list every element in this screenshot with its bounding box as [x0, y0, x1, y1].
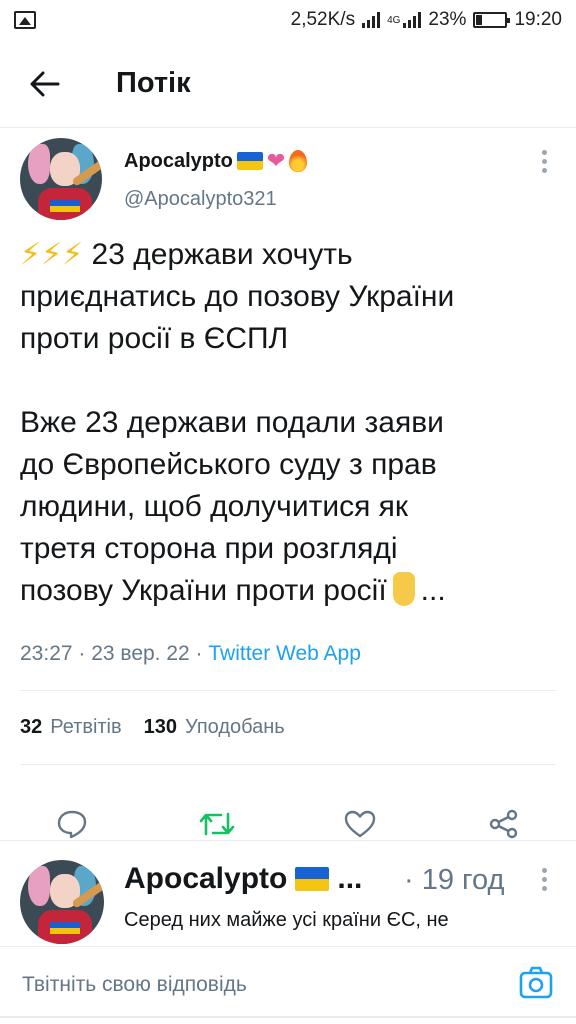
battery-percent: 23%: [428, 9, 467, 30]
more-options-icon[interactable]: [542, 868, 548, 891]
page-title: Потік: [116, 67, 191, 99]
app-header: Потік: [0, 40, 576, 128]
tweet-line: проти росії в ЄСПЛ: [20, 322, 289, 355]
reply-name-truncation: ...: [337, 862, 363, 895]
reply-author-name-text: Apocalypto: [124, 862, 288, 895]
avatar[interactable]: [20, 860, 104, 944]
tweet-line: людини, щоб долучитися як: [20, 490, 409, 523]
heart-icon: [344, 810, 376, 838]
author-handle[interactable]: @Apocalypto321: [124, 188, 277, 211]
retweet-icon: [199, 812, 235, 836]
arrow-left-icon: [30, 71, 60, 96]
tweet-line: приєднатись до позову України: [20, 280, 455, 313]
pointing-down-icon: [392, 572, 415, 606]
reply-author-name[interactable]: Apocalypto ...: [124, 862, 362, 896]
network-speed: 2,52K/s: [290, 9, 356, 30]
back-button[interactable]: [0, 40, 90, 128]
camera-button[interactable]: [518, 965, 554, 1001]
battery-icon: [473, 12, 511, 28]
camera-icon: [519, 966, 553, 999]
tweet-text: ⚡⚡⚡ 23 держави хочуть приєднатись до поз…: [20, 234, 560, 612]
reply-composer: [0, 946, 576, 1024]
tweet-ellipsis: ...: [420, 574, 446, 607]
likes-count: 130: [143, 716, 178, 738]
likes-count-link[interactable]: 130 Уподобань: [144, 716, 285, 739]
tweet-line: третя сторона при розгляді: [20, 532, 398, 565]
reply-tweet[interactable]: Apocalypto ... · 19 год Серед них майже …: [0, 842, 576, 946]
ukraine-flag-icon: [295, 867, 330, 891]
tweet-timestamp: 23:27 · 23 вер. 22 ·: [20, 642, 209, 665]
pink-heart-icon: ❤: [266, 148, 286, 173]
author-name[interactable]: Apocalypto ❤: [124, 148, 308, 174]
divider: [20, 690, 556, 691]
ukraine-flag-icon: [236, 152, 263, 170]
tweet-line: до Європейського суду з прав: [20, 448, 437, 481]
input-underline: [0, 1016, 576, 1018]
more-options-icon[interactable]: [542, 150, 548, 173]
tweet-line: позову України проти росії: [20, 574, 387, 607]
retweets-count-link[interactable]: 32 Ретвітів: [20, 716, 122, 739]
reply-icon: [57, 810, 87, 839]
reply-input[interactable]: [22, 965, 492, 1005]
tweet-line: 23 держави хочуть: [91, 238, 353, 271]
tweet-source-link[interactable]: Twitter Web App: [208, 642, 361, 665]
share-icon: [489, 809, 518, 839]
network-type: 4G: [387, 14, 401, 26]
signal-icon: [362, 12, 381, 28]
likes-label: Уподобань: [185, 716, 285, 738]
retweets-count: 32: [20, 716, 43, 738]
retweets-label: Ретвітів: [50, 716, 122, 738]
tweet-stats: 32 Ретвітів 130 Уподобань: [20, 716, 307, 739]
author-name-text: Apocalypto: [124, 149, 233, 172]
tweet-line: Вже 23 держави подали заяви: [20, 406, 444, 439]
reply-timestamp: · 19 год: [404, 864, 505, 896]
gallery-icon: [14, 11, 36, 29]
divider: [0, 840, 576, 841]
reply-text: Серед них майже усі країни ЄС, не: [124, 909, 449, 931]
signal-icon-2: [403, 12, 422, 28]
clock: 19:20: [514, 9, 562, 30]
divider: [20, 764, 556, 765]
status-bar: 2,52K/s 4G 23% 19:20: [0, 0, 576, 40]
lightning-icons: ⚡⚡⚡: [20, 238, 84, 271]
fire-icon: [289, 150, 308, 172]
avatar[interactable]: [20, 138, 102, 220]
tweet-meta: 23:27 · 23 вер. 22 · Twitter Web App: [20, 642, 361, 666]
